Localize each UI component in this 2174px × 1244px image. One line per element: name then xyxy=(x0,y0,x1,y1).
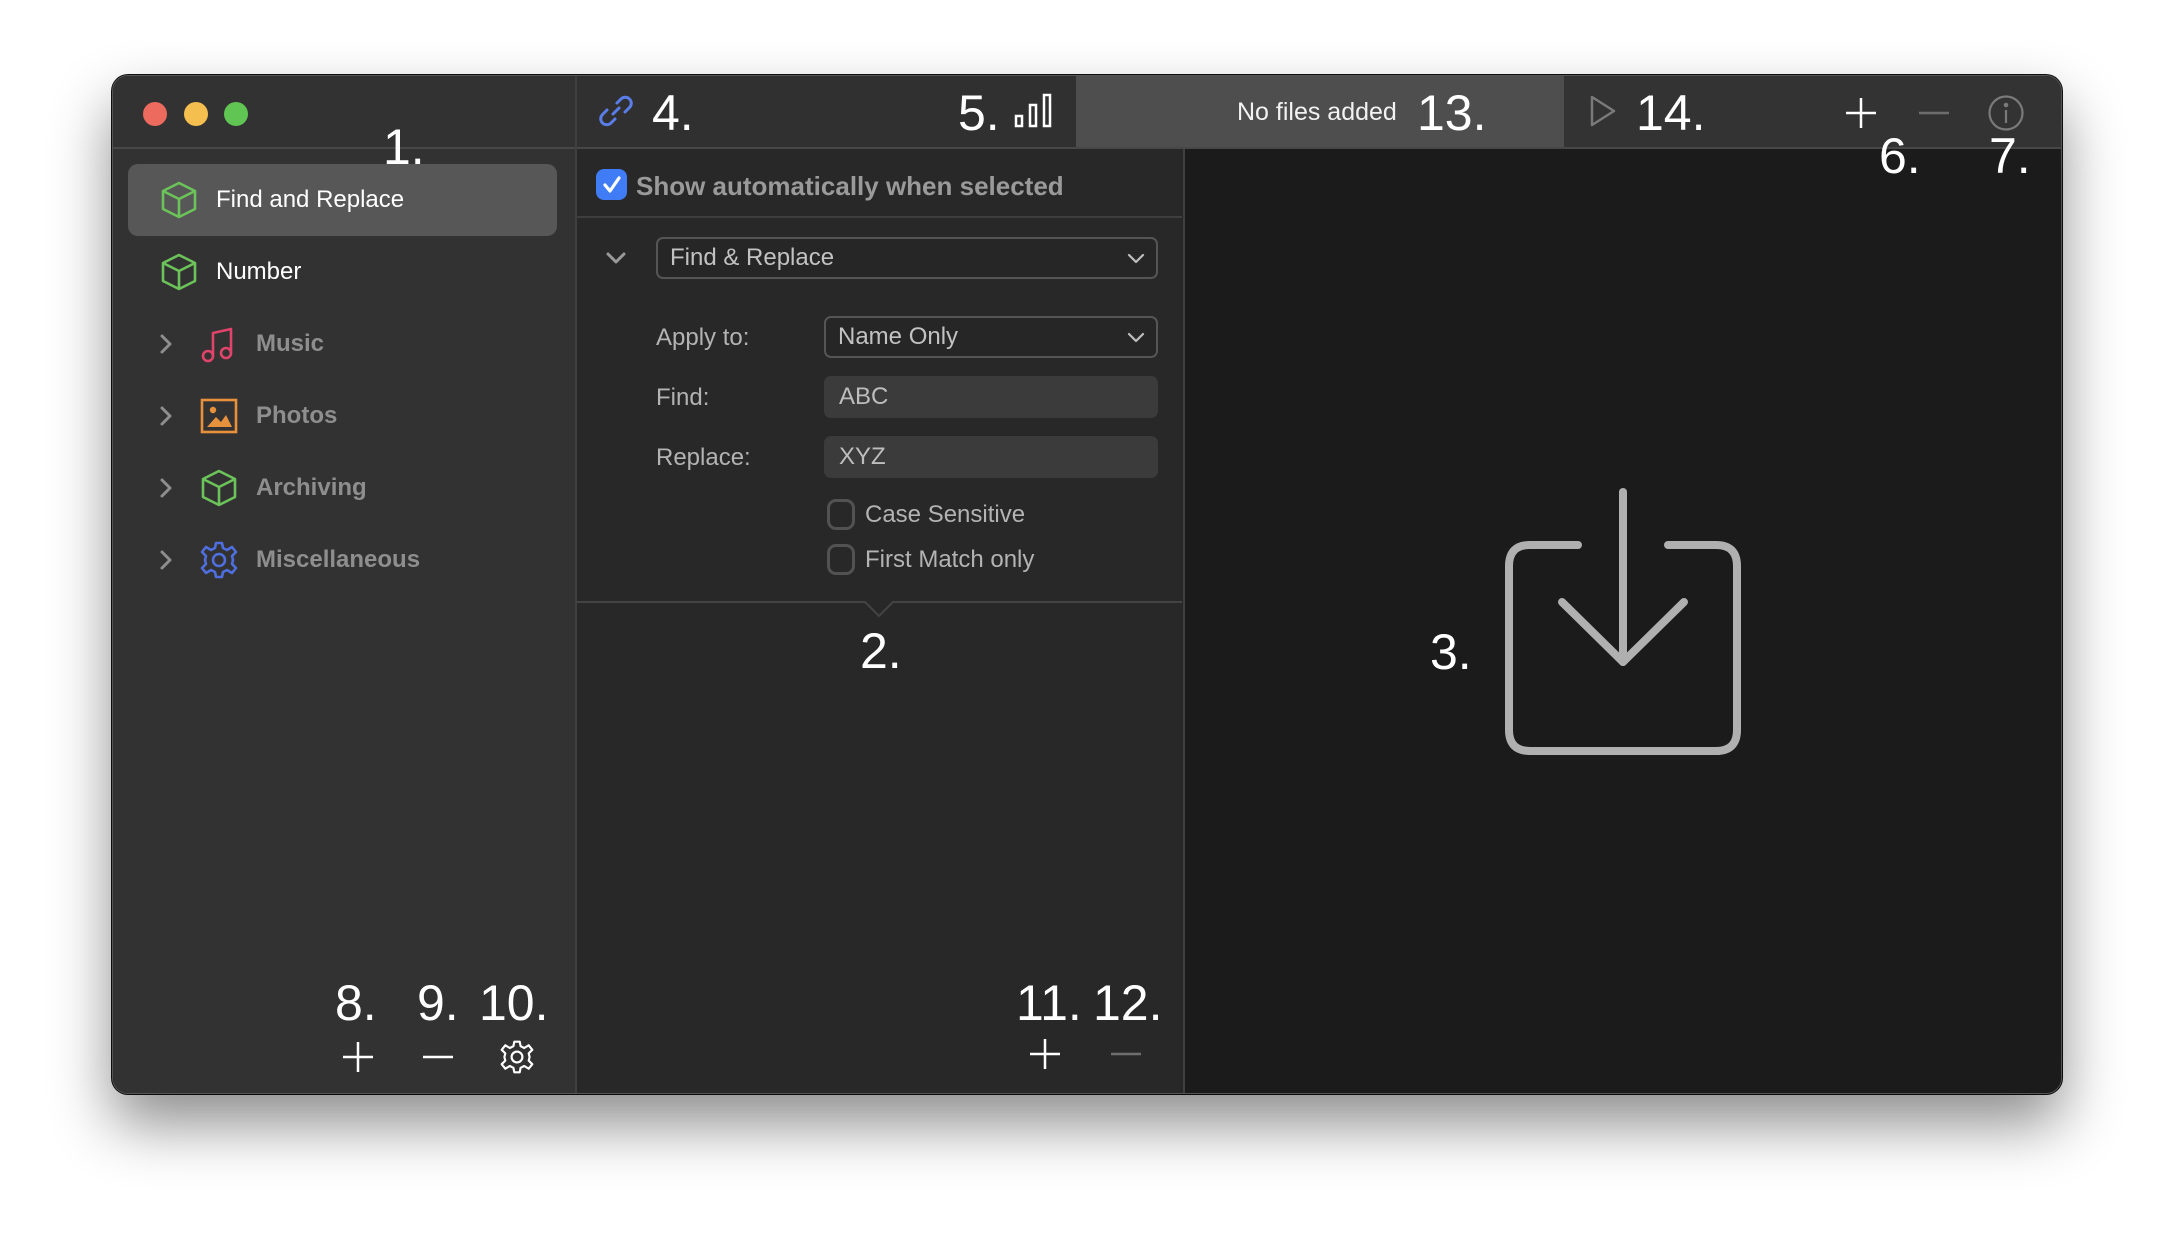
replace-value: XYZ xyxy=(839,443,886,470)
sidebar-item-label: Music xyxy=(256,330,325,357)
replace-input[interactable]: XYZ xyxy=(824,436,1158,478)
cube-icon xyxy=(159,180,199,220)
find-value: ABC xyxy=(839,383,889,410)
sidebar-divider[interactable] xyxy=(575,76,577,1093)
chevron-down-icon[interactable] xyxy=(603,246,629,270)
remove-step-button[interactable] xyxy=(1108,1036,1144,1072)
sidebar-item-label: Miscellaneous xyxy=(256,546,421,573)
info-button[interactable] xyxy=(1987,94,2025,132)
sidebar-item-photos[interactable] xyxy=(128,380,557,452)
chevron-right-icon[interactable] xyxy=(155,332,177,356)
callout-5: 5. xyxy=(958,85,1000,141)
action-divider xyxy=(576,601,1182,618)
callout-12: 12. xyxy=(1093,975,1163,1031)
callout-1: 1. xyxy=(383,119,425,175)
case-sensitive-label: Case Sensitive xyxy=(865,501,1026,528)
sidebar-item-label: Archiving xyxy=(256,474,367,501)
show-automatically-checkbox[interactable] xyxy=(596,169,627,200)
callout-4: 4. xyxy=(652,85,694,141)
show-automatically-label: Show automatically when selected xyxy=(636,171,1064,201)
action-type-value: Find & Replace xyxy=(670,244,835,271)
apply-to-value: Name Only xyxy=(838,323,959,350)
import-tray-icon xyxy=(1505,488,1741,755)
cube-icon xyxy=(159,252,199,292)
replace-label: Replace: xyxy=(656,444,751,471)
photo-icon xyxy=(199,396,239,436)
settings-button[interactable] xyxy=(499,1039,535,1075)
callout-13: 13. xyxy=(1417,85,1487,141)
callout-7: 7. xyxy=(1989,128,2031,184)
callout-14: 14. xyxy=(1636,85,1706,141)
select-chevron-icon xyxy=(1127,332,1145,343)
callout-6: 6. xyxy=(1879,128,1921,184)
chevron-right-icon[interactable] xyxy=(155,548,177,572)
first-match-label: First Match only xyxy=(865,546,1035,573)
zoom-button[interactable] xyxy=(224,102,248,126)
apply-to-select[interactable]: Name Only xyxy=(824,316,1158,358)
section-divider xyxy=(576,216,1182,218)
pane-divider[interactable] xyxy=(1183,149,1185,1093)
callout-2: 2. xyxy=(860,623,902,679)
music-note-icon xyxy=(199,324,239,364)
add-files-button[interactable] xyxy=(1843,95,1879,131)
chevron-right-icon[interactable] xyxy=(155,476,177,500)
remove-action-button[interactable] xyxy=(420,1039,456,1075)
callout-8: 8. xyxy=(335,975,377,1031)
add-action-button[interactable] xyxy=(340,1039,376,1075)
gear-icon xyxy=(199,540,239,580)
bar-chart-icon[interactable] xyxy=(1013,92,1055,130)
close-button[interactable] xyxy=(143,102,167,126)
action-type-select[interactable]: Find & Replace xyxy=(656,237,1158,279)
sidebar-item-label: Photos xyxy=(256,402,338,429)
callout-3: 3. xyxy=(1430,624,1472,680)
case-sensitive-checkbox[interactable] xyxy=(827,499,855,530)
find-label: Find: xyxy=(656,384,710,411)
callout-11: 11. xyxy=(1016,975,1082,1031)
sidebar-item-music[interactable] xyxy=(128,308,557,380)
first-match-checkbox[interactable] xyxy=(827,544,855,575)
remove-files-button[interactable] xyxy=(1916,95,1952,131)
select-chevron-icon xyxy=(1127,253,1145,264)
action-editor-pane xyxy=(577,149,1184,1093)
apply-to-label: Apply to: xyxy=(656,324,750,351)
chevron-right-icon[interactable] xyxy=(155,404,177,428)
callout-9: 9. xyxy=(417,975,459,1031)
minimize-button[interactable] xyxy=(184,102,208,126)
titlebar-sidebar-segment xyxy=(113,76,576,148)
sidebar-item-label: Find and Replace xyxy=(216,186,405,213)
link-icon[interactable] xyxy=(596,91,636,131)
find-input[interactable]: ABC xyxy=(824,376,1158,418)
status-text: No files added xyxy=(1237,98,1397,126)
sidebar-item-label: Number xyxy=(216,258,302,285)
add-step-button[interactable] xyxy=(1027,1036,1063,1072)
play-icon[interactable] xyxy=(1586,93,1620,129)
toolbar-segment xyxy=(576,76,1076,148)
cube-icon xyxy=(199,468,239,508)
callout-10: 10. xyxy=(479,975,549,1031)
